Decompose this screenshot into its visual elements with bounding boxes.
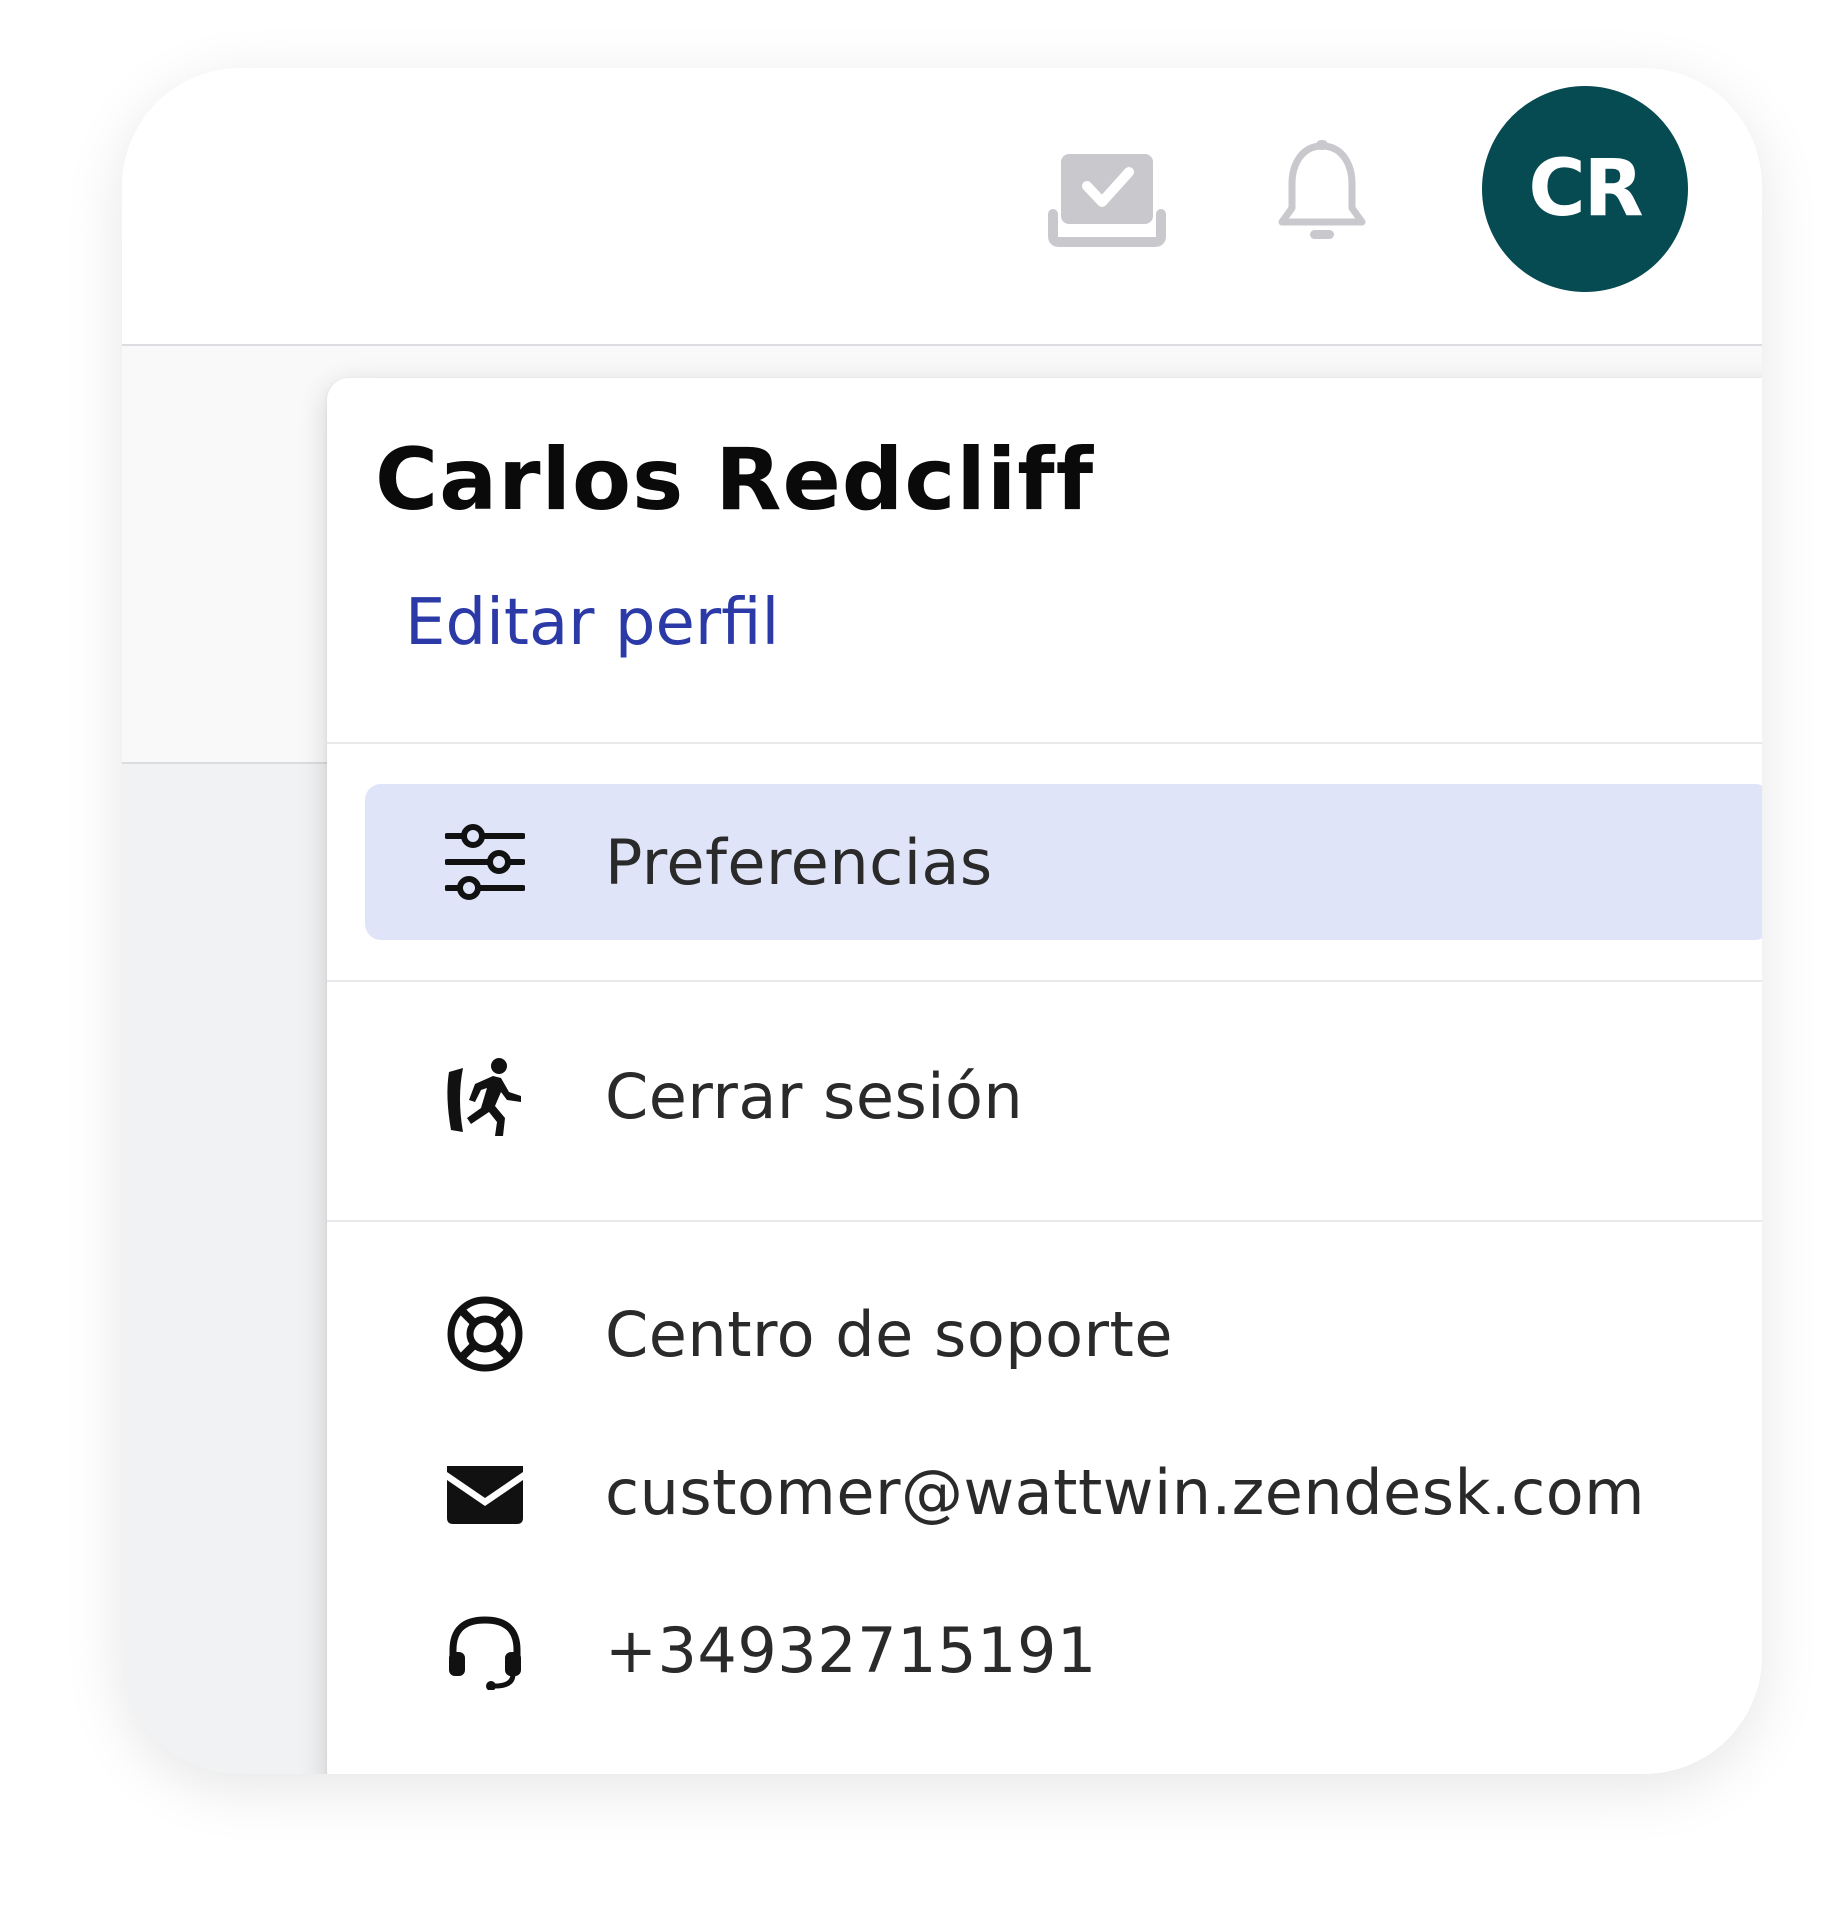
menu-item-label: customer@wattwin.zendesk.com	[605, 1455, 1646, 1529]
app-window: CR Carlos Redcliff Editar perfil Prefere…	[122, 68, 1762, 1774]
running-exit-icon	[447, 1058, 521, 1136]
user-name: Carlos Redcliff	[375, 430, 1095, 530]
divider	[327, 742, 1762, 744]
menu-item-preferences[interactable]: Preferencias	[365, 784, 1762, 940]
user-dropdown-menu: Carlos Redcliff Editar perfil Preferenci…	[327, 378, 1762, 1774]
envelope-icon	[447, 1466, 523, 1524]
headset-icon	[449, 1616, 521, 1690]
menu-item-email[interactable]: customer@wattwin.zendesk.com	[365, 1414, 1762, 1570]
top-bar: CR	[122, 68, 1762, 346]
edit-profile-link[interactable]: Editar perfil	[405, 586, 779, 660]
menu-item-support-center[interactable]: Centro de soporte	[365, 1256, 1762, 1412]
sliders-icon	[445, 824, 525, 900]
divider	[327, 1220, 1762, 1222]
divider	[327, 980, 1762, 982]
avatar[interactable]: CR	[1482, 86, 1688, 292]
menu-item-label: +34932715191	[605, 1613, 1097, 1687]
bell-icon[interactable]	[1272, 138, 1372, 248]
lifebuoy-icon	[447, 1296, 523, 1372]
menu-item-logout[interactable]: Cerrar sesión	[365, 1018, 1762, 1174]
tasks-inbox-icon[interactable]	[1047, 148, 1167, 248]
menu-item-label: Centro de soporte	[605, 1297, 1173, 1371]
menu-item-label: Preferencias	[605, 825, 993, 899]
menu-item-phone[interactable]: +34932715191	[365, 1572, 1762, 1728]
menu-item-label: Cerrar sesión	[605, 1059, 1024, 1133]
